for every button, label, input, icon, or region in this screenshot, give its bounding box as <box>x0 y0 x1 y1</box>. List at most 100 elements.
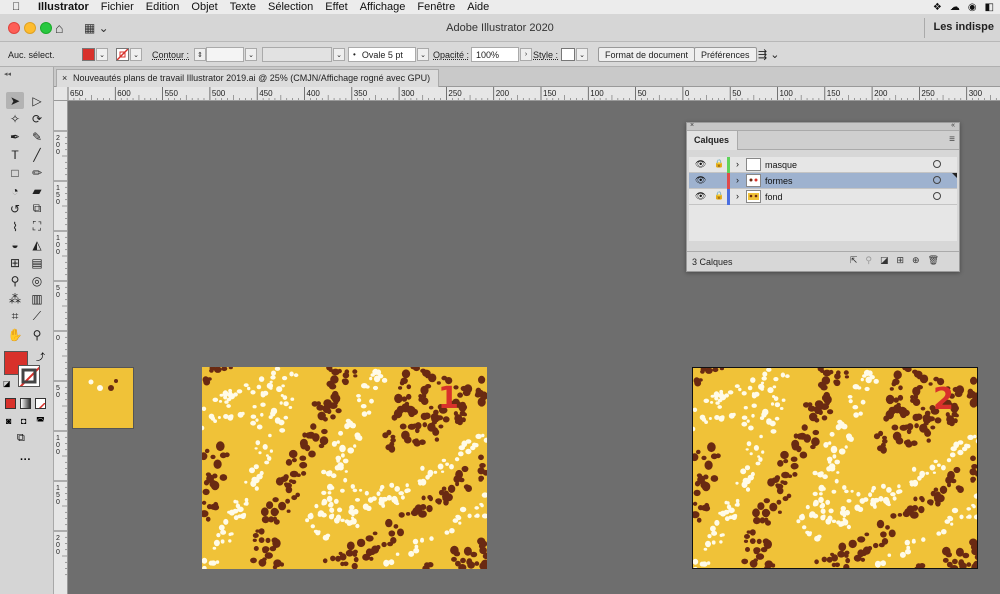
direct-selection-tool-icon[interactable]: ▷ <box>28 92 46 109</box>
target-circle-icon[interactable] <box>933 160 941 168</box>
expand-chevron-icon[interactable]: › <box>736 191 739 201</box>
artboard-2[interactable]: 2 <box>692 367 978 569</box>
new-layer-icon[interactable]: ⊕ <box>912 255 920 266</box>
delete-layer-icon[interactable]: 🗑 <box>928 255 939 266</box>
creative-cloud-icon[interactable]: ☁ <box>950 2 960 13</box>
small-artboard[interactable] <box>72 367 134 429</box>
menu-app-name[interactable]: Illustrator <box>38 1 89 13</box>
default-colors-icon[interactable]: ◪ <box>3 379 11 388</box>
menu-fenetre[interactable]: Fenêtre <box>417 1 455 13</box>
horizontal-ruler[interactable]: 650 600 550 500 450 400 350 300 250 200 150 100 50 0 5… <box>54 87 1000 101</box>
hand-tool-icon[interactable]: ✋ <box>6 326 24 343</box>
stroke-dropdown[interactable]: ⌄ <box>130 48 142 61</box>
clipping-mask-icon[interactable]: ◪ <box>880 255 889 266</box>
panel-collapse-icon[interactable]: « <box>951 122 955 129</box>
tab-calques[interactable]: Calques <box>687 131 739 150</box>
layer-row-formes[interactable]: 👁 › formes <box>689 173 957 189</box>
column-graph-tool-icon[interactable]: ▥ <box>28 290 46 307</box>
magic-wand-tool-icon[interactable]: ✧ <box>6 110 24 127</box>
rotate-tool-icon[interactable]: ↺ <box>6 200 24 217</box>
layer-row-fond[interactable]: 👁 🔒 › fond <box>689 189 957 205</box>
lasso-tool-icon[interactable]: ⟳ <box>28 110 46 127</box>
symbol-sprayer-tool-icon[interactable]: ⁂ <box>6 290 24 307</box>
swap-colors-icon[interactable]: ⤴ <box>36 350 45 363</box>
style-swatch[interactable] <box>561 48 575 61</box>
new-sublayer-icon[interactable]: ⊞ <box>896 255 904 266</box>
style-label[interactable]: Style : <box>533 50 558 60</box>
color-mode-icon[interactable] <box>5 398 16 409</box>
apple-icon[interactable]:  <box>12 1 26 13</box>
lock-icon[interactable]: 🔒 <box>714 191 724 200</box>
brush-definition-field[interactable]: • Ovale 5 pt <box>348 47 416 62</box>
free-transform-tool-icon[interactable]: ⛶ <box>28 218 46 235</box>
layers-panel-titlebar[interactable]: × « <box>687 122 959 131</box>
menu-fichier[interactable]: Fichier <box>101 1 134 13</box>
brush-dropdown[interactable]: ⌄ <box>417 48 429 61</box>
close-tab-icon[interactable]: × <box>62 73 67 83</box>
target-circle-icon[interactable] <box>933 176 941 184</box>
stroke-weight-field[interactable] <box>206 47 244 62</box>
lock-icon[interactable]: 🔒 <box>714 159 724 168</box>
pencil-tool-icon[interactable]: ✏ <box>28 164 46 181</box>
fill-swatch[interactable] <box>82 48 95 61</box>
collapse-panel-icon[interactable]: ◂◂ <box>4 70 11 78</box>
rectangle-tool-icon[interactable]: □ <box>6 164 24 181</box>
panel-menu-icon[interactable]: ≡ <box>949 134 955 145</box>
scale-tool-icon[interactable]: ⧉ <box>28 200 46 217</box>
visibility-eye-icon[interactable]: 👁 <box>695 159 706 170</box>
expand-chevron-icon[interactable]: › <box>736 159 739 169</box>
opacity-label[interactable]: Opacité : <box>433 50 469 60</box>
workspace-name[interactable]: Les indispe <box>924 18 1000 38</box>
gradient-tool-icon[interactable]: ▤ <box>28 254 46 271</box>
vertical-ruler[interactable]: 20015010050050100150200 <box>54 101 68 594</box>
visibility-eye-icon[interactable]: 👁 <box>695 175 706 186</box>
menu-selection[interactable]: Sélection <box>268 1 313 13</box>
draw-behind-icon[interactable]: ◘ <box>21 416 26 426</box>
variable-width-profile[interactable] <box>262 47 332 62</box>
opacity-dropdown[interactable]: › <box>520 48 532 61</box>
export-icon[interactable]: ⇱ <box>850 255 858 266</box>
draw-normal-icon[interactable]: ◙ <box>6 416 11 426</box>
eyedropper-tool-icon[interactable]: ⚲ <box>6 272 24 289</box>
layer-name[interactable]: fond <box>765 192 783 202</box>
blend-tool-icon[interactable]: ◎ <box>28 272 46 289</box>
style-dropdown[interactable]: ⌄ <box>576 48 588 61</box>
layer-name[interactable]: masque <box>765 160 797 170</box>
type-tool-icon[interactable]: T <box>6 146 24 163</box>
warp-tool-icon[interactable]: ⌇ <box>6 218 24 235</box>
layer-row-masque[interactable]: 👁 🔒 › masque <box>689 157 957 173</box>
shaper-tool-icon[interactable]: ◔ <box>6 182 24 199</box>
layer-name[interactable]: formes <box>765 176 793 186</box>
document-setup-button[interactable]: Format de document <box>598 47 696 62</box>
selection-tool-icon[interactable]: ➤ <box>6 92 24 109</box>
stroke-swatch[interactable] <box>116 48 129 61</box>
curvature-tool-icon[interactable]: ✎ <box>28 128 46 145</box>
perspective-grid-tool-icon[interactable]: ◭ <box>28 236 46 253</box>
slice-tool-icon[interactable]: ⟋ <box>28 308 46 325</box>
document-tab[interactable]: × Nouveautés plans de travail Illustrato… <box>56 69 440 87</box>
artboard-1[interactable]: 1 <box>202 367 487 569</box>
line-tool-icon[interactable]: ╱ <box>28 146 46 163</box>
sync-icon[interactable]: ◉ <box>968 2 977 13</box>
contour-label[interactable]: Contour : <box>152 50 189 60</box>
menu-affichage[interactable]: Affichage <box>360 1 406 13</box>
artboard-tool-icon[interactable]: ⌗ <box>6 308 24 325</box>
none-mode-icon[interactable] <box>35 398 46 409</box>
locate-object-icon[interactable]: ⚲ <box>865 255 872 266</box>
menu-aide[interactable]: Aide <box>467 1 489 13</box>
gradient-mode-icon[interactable] <box>20 398 31 409</box>
preferences-button[interactable]: Préférences <box>694 47 757 62</box>
mesh-tool-icon[interactable]: ⊞ <box>6 254 24 271</box>
menu-edition[interactable]: Edition <box>146 1 180 13</box>
variable-width-dropdown[interactable]: ⌄ <box>333 48 345 61</box>
stroke-weight-dropdown[interactable]: ⌄ <box>245 48 257 61</box>
menu-texte[interactable]: Texte <box>230 1 256 13</box>
fill-dropdown[interactable]: ⌄ <box>96 48 108 61</box>
arrange-documents-icon[interactable]: ⇶ ⌄ <box>758 48 780 61</box>
stroke-color-box[interactable] <box>18 365 40 387</box>
pen-tool-icon[interactable]: ✒ <box>6 128 24 145</box>
app-status-icon[interactable]: ◧ <box>985 2 994 13</box>
panel-close-icon[interactable]: × <box>690 122 694 129</box>
expand-chevron-icon[interactable]: › <box>736 175 739 185</box>
more-tools-icon[interactable]: ··· <box>20 454 31 466</box>
